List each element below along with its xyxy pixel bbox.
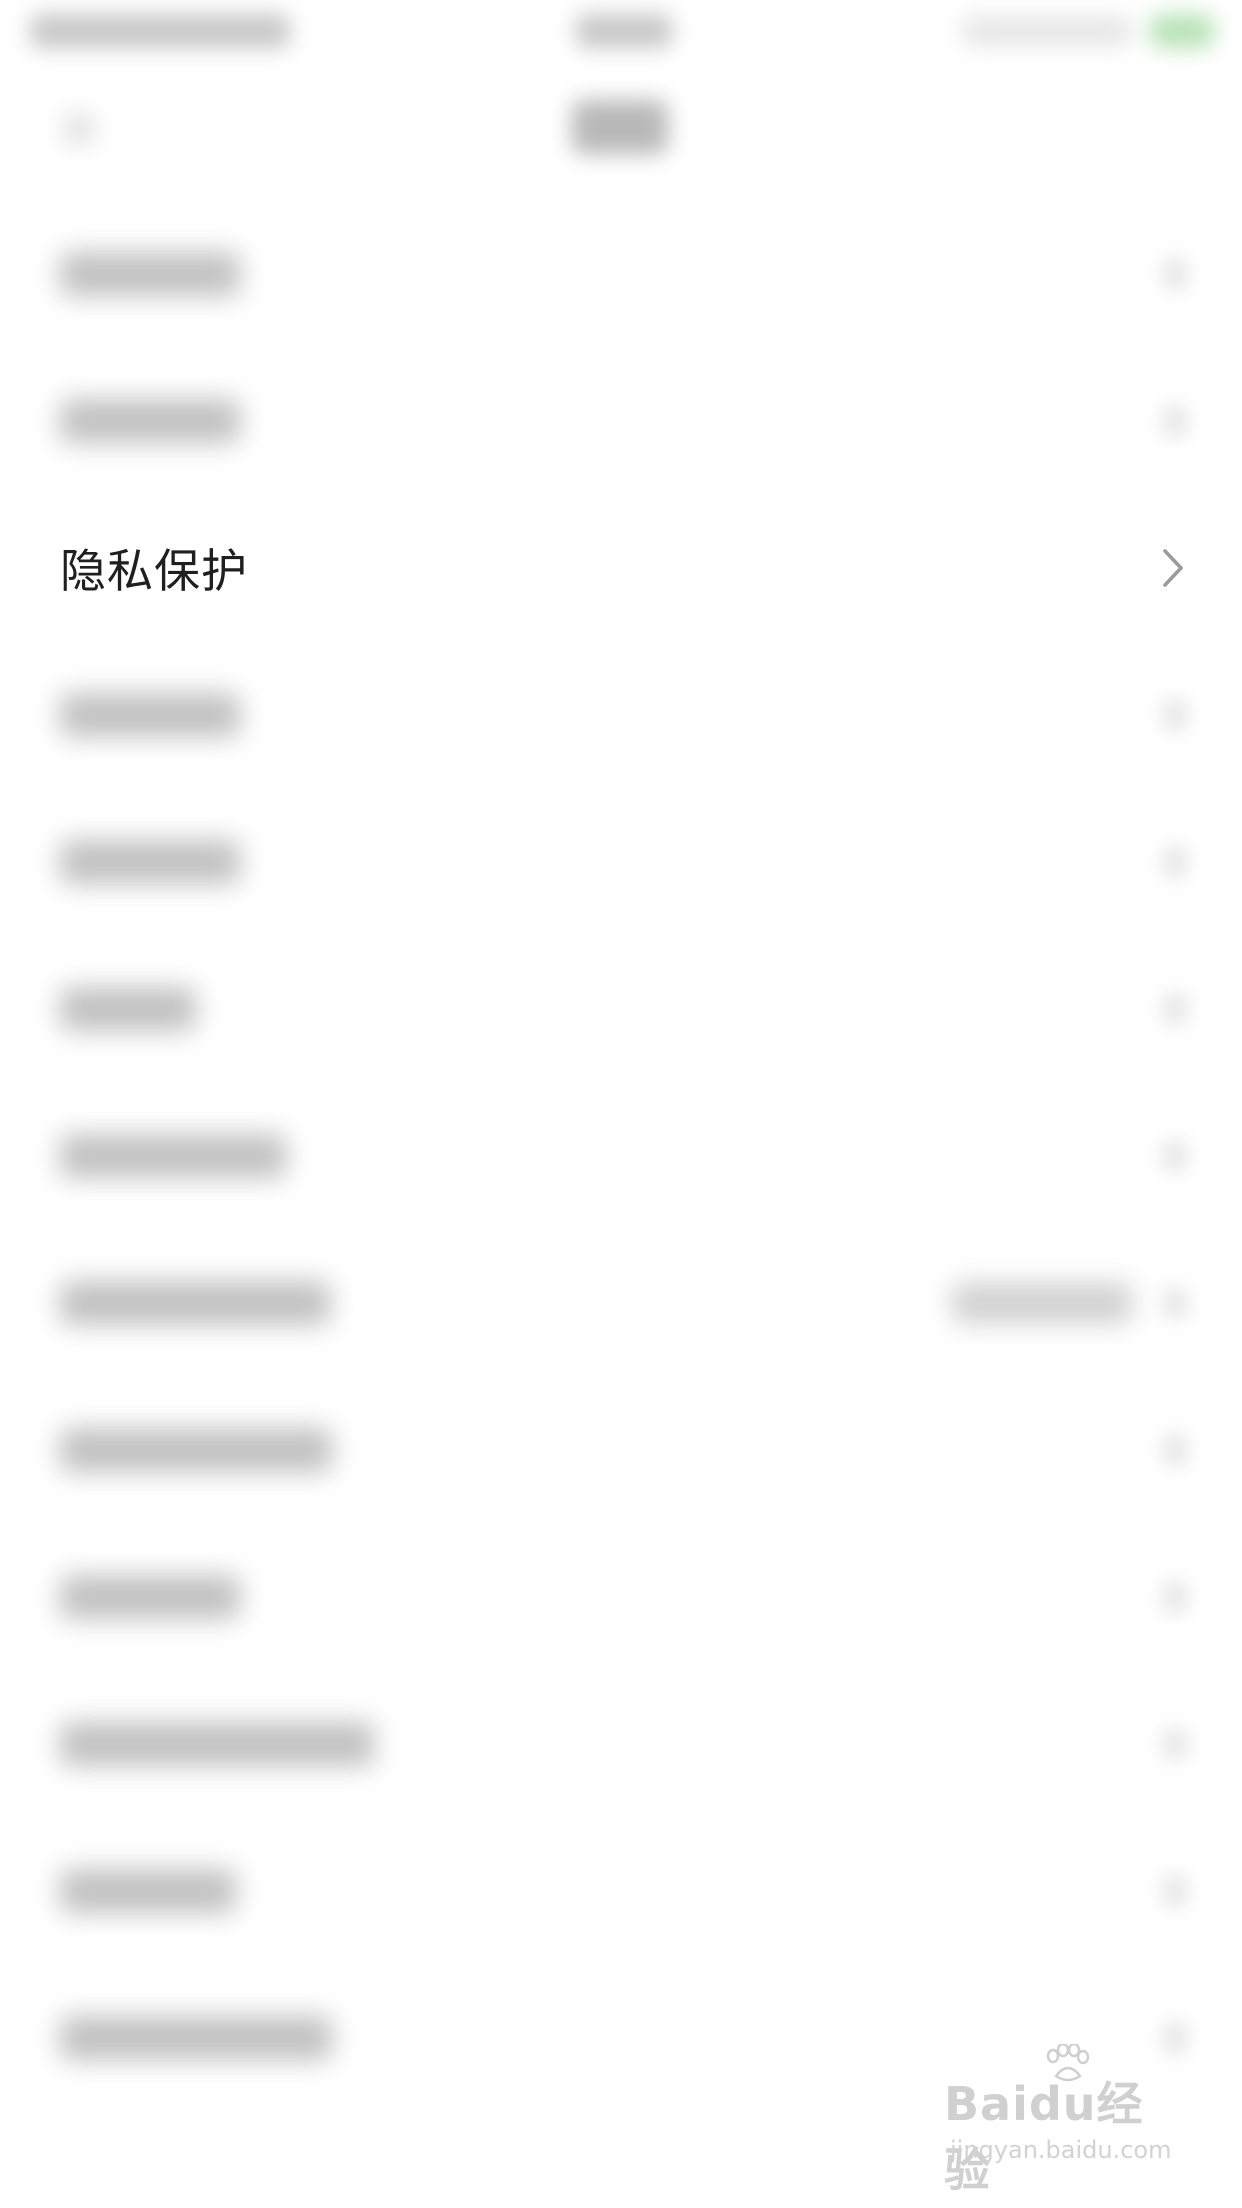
baidu-jingyan-watermark: Baidu经验 jingyan.baidu.com [944, 2044, 1184, 2197]
chevron-right-icon [1162, 1581, 1188, 1613]
settings-row-label [60, 693, 240, 737]
settings-row-privacy[interactable]: 隐私保护 [0, 494, 1242, 641]
privacy-label: 隐私保护 [60, 543, 248, 598]
chevron-right-icon [1162, 2022, 1188, 2054]
chevron-right-icon [1162, 699, 1188, 731]
chevron-right-icon [1162, 258, 1188, 290]
settings-row-8[interactable] [0, 1229, 1242, 1376]
settings-row-label [60, 840, 240, 884]
settings-list: 隐私保护 [0, 200, 1242, 2111]
battery-icon [1150, 14, 1214, 48]
chevron-right-icon [1162, 1434, 1188, 1466]
settings-row-2[interactable] [0, 347, 1242, 494]
back-icon[interactable] [62, 112, 96, 146]
status-indicators [962, 16, 1132, 46]
nav-bar [0, 60, 1242, 190]
chevron-right-icon [1162, 405, 1188, 437]
status-carrier [30, 14, 290, 48]
settings-row-label [60, 1575, 240, 1619]
settings-row-label [60, 1134, 286, 1178]
settings-row-6[interactable] [0, 935, 1242, 1082]
chevron-right-icon [1163, 548, 1183, 587]
screen: 隐私保护 Baidu经验 jingyan.baidu.com [0, 0, 1242, 2208]
chevron-right-icon [1162, 1728, 1188, 1760]
settings-row-label [60, 1428, 332, 1472]
settings-row-value [952, 1283, 1132, 1323]
settings-row-10[interactable] [0, 1523, 1242, 1670]
status-bar [0, 0, 1242, 60]
settings-row-label [60, 1869, 236, 1913]
chevron-right-icon [1162, 1875, 1188, 1907]
settings-row-label [60, 987, 196, 1031]
settings-row-label [60, 1722, 374, 1766]
chevron-right-icon [1162, 1140, 1188, 1172]
chevron-right-icon [1162, 846, 1188, 878]
settings-row-7[interactable] [0, 1082, 1242, 1229]
chevron-right-icon [1162, 993, 1188, 1025]
settings-row-label [60, 1281, 330, 1325]
settings-row-1[interactable] [0, 200, 1242, 347]
settings-row-11[interactable] [0, 1670, 1242, 1817]
settings-row-4[interactable] [0, 641, 1242, 788]
settings-row-9[interactable] [0, 1376, 1242, 1523]
settings-row-5[interactable] [0, 788, 1242, 935]
settings-row-label [60, 2016, 332, 2060]
status-time [576, 14, 672, 48]
nav-title [572, 100, 668, 154]
settings-row-label [60, 399, 240, 443]
watermark-brand: Baidu经验 [944, 2077, 1144, 2197]
watermark-url: jingyan.baidu.com [950, 2136, 1172, 2164]
settings-row-12[interactable] [0, 1817, 1242, 1964]
chevron-right-icon [1162, 1287, 1188, 1319]
settings-row-label [60, 252, 240, 296]
